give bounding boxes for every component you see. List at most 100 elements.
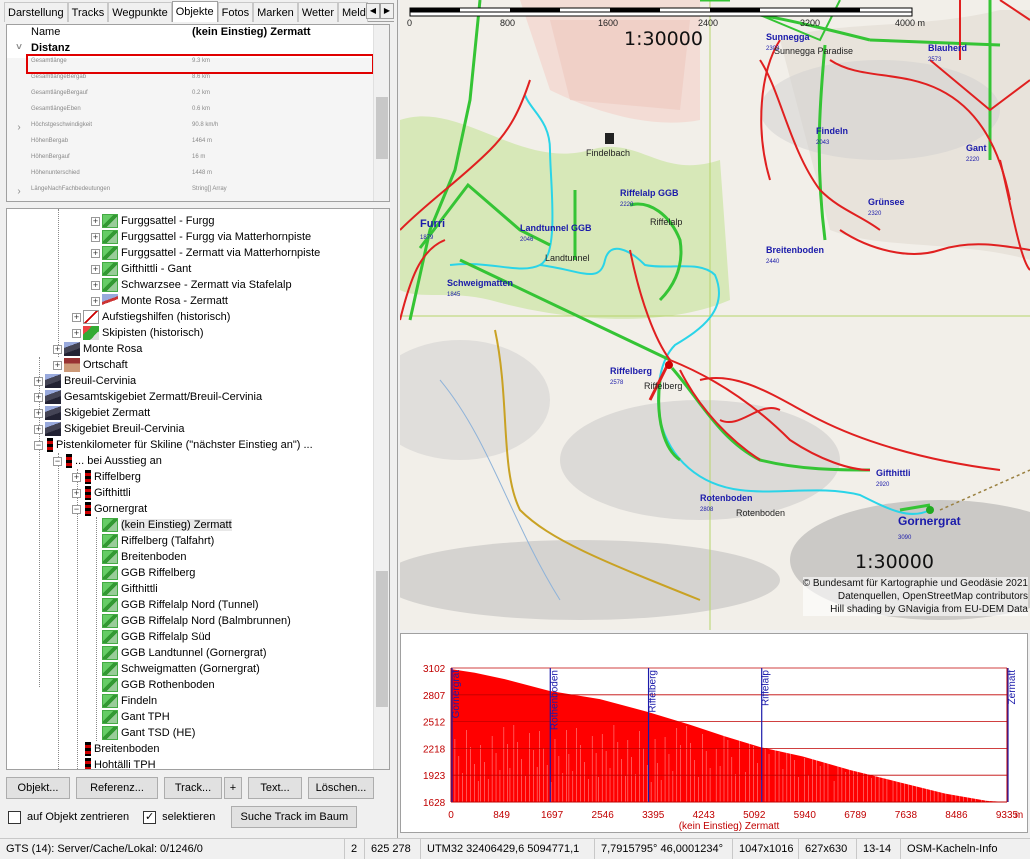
tab-objekte[interactable]: Objekte [171,1,218,22]
tab-fotos[interactable]: Fotos [217,2,254,22]
tab-tracks[interactable]: Tracks [67,2,109,22]
tree-item[interactable]: GGB Landtunnel (Gornergrat) [91,645,267,661]
tree-scrollbar[interactable] [373,209,389,769]
tree-item[interactable]: + Aufstiegshilfen (historisch) [72,309,230,325]
place-label[interactable]: Gornergrat 3090 [898,514,961,542]
tree-item[interactable]: + Schwarzsee - Zermatt via Stafelalp [91,277,292,293]
place-label[interactable]: Findeln 2043 [816,126,848,146]
track-button[interactable]: Track... [164,777,222,799]
expand-icon[interactable]: + [91,232,100,242]
tree-item[interactable]: GGB Riffelalp Nord (Tunnel) [91,597,259,613]
tree-item[interactable]: + Skipisten (historisch) [72,325,203,341]
tab-scroll-left-icon[interactable]: ◀ [366,3,380,19]
place-label[interactable]: Breitenboden 2440 [766,245,824,265]
tree-item[interactable]: + Gifthittli [72,485,131,501]
place-label[interactable]: Riffelalp GGB 2220 [620,188,679,208]
mtn-icon [45,374,61,388]
tree-item[interactable]: + Ortschaft [53,357,128,373]
collapse-icon[interactable]: − [53,456,62,466]
place-label[interactable]: Gant 2220 [966,143,987,163]
place-label[interactable]: Blauherd 2573 [928,43,967,63]
prop-row[interactable]: › LängeNachFachbedeutungen String[] Array [7,186,377,201]
expand-icon[interactable]: + [72,472,81,482]
expand-icon[interactable]: + [91,280,100,290]
tree-item[interactable]: + Furggsattel - Zermatt via Matterhornpis… [91,245,320,261]
tree-item[interactable]: + Furggsattel - Furgg [91,213,215,229]
tree-item[interactable]: + Gifthittli - Gant [91,261,191,277]
tab-darstellung[interactable]: Darstellung [4,2,68,22]
tab-marken[interactable]: Marken [253,2,298,22]
prop-row[interactable]: GesamtlängeEben 0.6 km [7,106,377,122]
prop-row[interactable]: GesamtlängeBergab 8.6 km [7,74,377,90]
props-scrollbar[interactable] [373,25,389,201]
tree-item[interactable]: + Riffelberg [72,469,141,485]
tab-wegpunkte[interactable]: Wegpunkte [108,2,172,22]
collapse-icon[interactable]: − [34,440,43,450]
expand-icon[interactable]: + [91,216,100,226]
place-label[interactable]: Gifthittli 2920 [876,468,911,488]
tree-item[interactable]: + Skigebiet Zermatt [34,405,150,421]
prop-row[interactable]: HöhenBergab 1464 m [7,138,377,154]
place-label[interactable]: Landtunnel GGB 2046 [520,223,592,243]
tree-item[interactable]: + Skigebiet Breuil-Cervinia [34,421,184,437]
expand-icon[interactable]: + [53,344,62,354]
expand-icon[interactable]: + [34,376,43,386]
tree-item[interactable]: Gifthittli [91,581,158,597]
expand-icon[interactable]: + [91,248,100,258]
expand-icon[interactable]: › [7,122,31,138]
expand-icon[interactable]: + [34,408,43,418]
place-label[interactable]: Grünsee 2320 [868,197,905,217]
referenz-button[interactable]: Referenz... [76,777,158,799]
tree-item[interactable]: − Gornergrat [72,501,147,517]
tree-item[interactable]: + Gesamtskigebiet Zermatt/Breuil-Cervinia [34,389,262,405]
tree-item[interactable]: Hohtälli TPH [72,757,156,769]
place-label[interactable]: Schweigmatten 1845 [447,278,513,298]
tree-item[interactable]: (kein Einstieg) Zermatt [91,517,232,533]
status-tile-info: OSM-Kacheln-Info [907,843,998,855]
tree-item[interactable]: GGB Riffelalp Süd [91,629,211,645]
tab-meldungen[interactable]: Meldun [338,2,369,22]
collapse-icon[interactable]: − [72,504,81,514]
tree-item[interactable]: − ... bei Ausstieg an [53,453,162,469]
tab-wetter[interactable]: Wetter [297,2,339,22]
expand-icon[interactable]: + [53,360,62,370]
tree-item[interactable]: Breitenboden [72,741,159,757]
expand-icon[interactable]: + [72,488,81,498]
prop-row[interactable]: › Höchstgeschwindigkeit 90.8 km/h [7,122,377,138]
tree-item[interactable]: Gant TPH [91,709,170,725]
expand-icon[interactable]: + [72,312,81,322]
expand-icon[interactable]: › [7,186,31,201]
search-track-button[interactable]: Suche Track im Baum [231,806,358,828]
tree-item[interactable]: + Monte Rosa - Zermatt [91,293,228,309]
tree-item[interactable]: + Monte Rosa [53,341,142,357]
text-button[interactable]: Text... [248,777,302,799]
tree-item[interactable]: + Furggsattel - Furgg via Matterhornpiste [91,229,311,245]
tree-item[interactable]: + Breuil-Cervinia [34,373,136,389]
prop-row[interactable]: GesamtlängeBergauf 0.2 km [7,90,377,106]
objekt-button[interactable]: Objekt... [6,777,70,799]
expand-icon[interactable]: + [72,328,81,338]
loeschen-button[interactable]: Löschen... [308,777,374,799]
plus-button[interactable]: + [224,777,242,799]
place-label[interactable]: Furri 1879 [420,218,445,242]
tree-item[interactable]: GGB Riffelalp Nord (Balmbrunnen) [91,613,291,629]
tree-item[interactable]: Riffelberg (Talfahrt) [91,533,214,549]
prop-row[interactable]: Höhenunterschied 1448 m [7,170,377,186]
prop-row[interactable]: HöhenBergauf 16 m [7,154,377,170]
expand-icon[interactable]: + [34,424,43,434]
tree-item[interactable]: GGB Riffelberg [91,565,195,581]
tree-item[interactable]: GGB Rothenboden [91,677,215,693]
expand-icon[interactable]: + [91,264,100,274]
expand-icon[interactable]: + [91,296,100,306]
tab-scroll-right-icon[interactable]: ▶ [380,3,394,19]
center-checkbox[interactable] [8,810,21,824]
elevation-profile[interactable]: 1628 1923 2218 2512 2807 3102 0 849 1697 2546 3395… [400,633,1028,833]
expand-icon[interactable]: + [34,392,43,402]
tree-item[interactable]: − Pistenkilometer für Skiline ("nächster … [34,437,313,453]
tree-item[interactable]: Gant TSD (HE) [91,725,195,741]
tree-item[interactable]: Findeln [91,693,157,709]
tree-item[interactable]: Breitenboden [91,549,186,565]
map-view[interactable]: 0 800 1600 2400 3200 4000 m 1:30000 1:30… [400,0,1030,630]
select-checkbox[interactable]: ✓ [143,810,157,824]
tree-item[interactable]: Schweigmatten (Gornergrat) [91,661,260,677]
